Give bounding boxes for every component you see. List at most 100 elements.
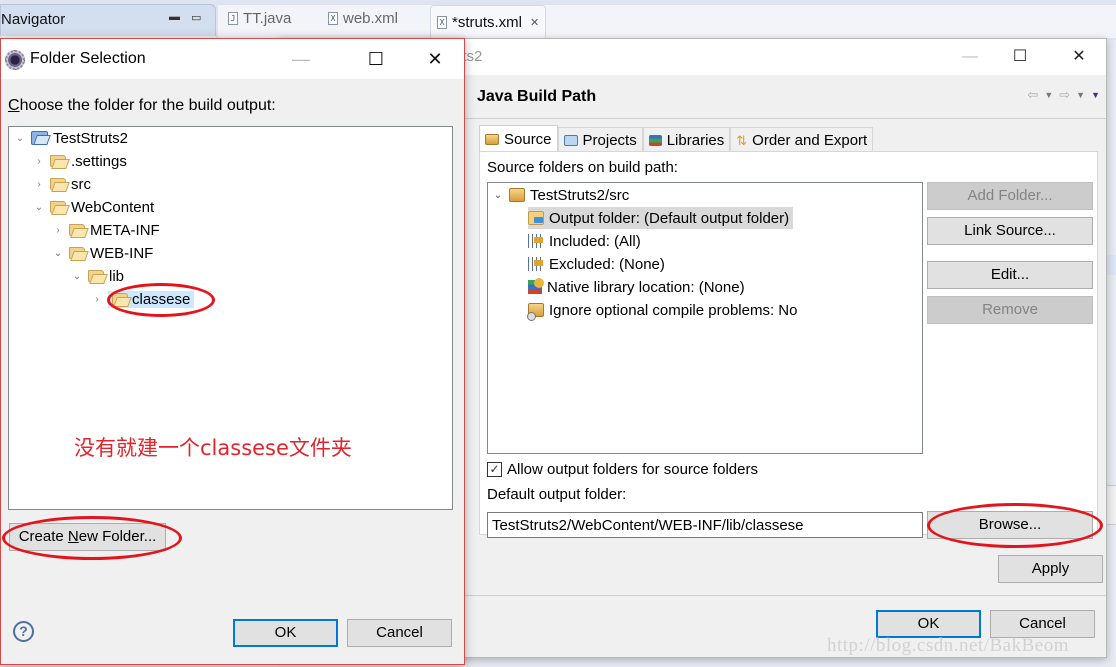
folder-icon — [69, 224, 85, 236]
tree-item-label: META-INF — [90, 221, 160, 239]
folder-dialog-title: Folder Selection — [30, 50, 146, 67]
chevron-right-icon[interactable]: › — [33, 179, 45, 190]
allow-output-folders-row: ✓ Allow output folders for source folder… — [487, 461, 758, 478]
maximize-button[interactable]: ☐ — [1005, 46, 1035, 68]
tree-item-root[interactable]: ⌄ TestStruts2/src — [492, 184, 629, 206]
chevron-right-icon[interactable]: › — [91, 294, 103, 305]
back-dropdown-icon[interactable]: ▼ — [1044, 90, 1053, 100]
forward-arrow-icon[interactable]: ⇨ — [1059, 87, 1070, 103]
back-arrow-icon[interactable]: ⇦ — [1027, 87, 1038, 103]
folder-icon — [88, 270, 104, 282]
tree-item-label: TestStruts2 — [53, 129, 129, 147]
native-library-icon — [528, 278, 544, 294]
page-title: Java Build Path — [477, 88, 597, 105]
cancel-button[interactable]: Cancel — [990, 610, 1095, 638]
chevron-right-icon[interactable]: › — [33, 156, 45, 167]
create-folder-post: ew Folder... — [78, 528, 157, 545]
tab-label: Order and Export — [752, 132, 868, 149]
watermark-text: http://blog.csdn.net/BakBeom — [827, 635, 1069, 656]
ok-button[interactable]: OK — [233, 619, 338, 647]
minimize-icon[interactable]: ▬ — [169, 11, 180, 23]
editor-tab-web-xml[interactable]: X web.xml — [328, 10, 398, 27]
tree-item-src[interactable]: › src — [33, 173, 91, 195]
help-icon[interactable]: ? — [13, 621, 34, 642]
edit-button[interactable]: Edit... — [927, 261, 1093, 289]
chevron-down-icon[interactable]: ⌄ — [492, 190, 504, 201]
tree-item-label: .settings — [71, 152, 127, 170]
xml-file-icon: X — [437, 16, 447, 29]
source-folders-tree[interactable]: ⌄ TestStruts2/src Output folder: (Defaul… — [487, 182, 923, 454]
build-path-tabs: Source Projects Libraries ⇅ Order and Ex… — [479, 125, 874, 153]
tree-item-teststruts2[interactable]: ⌄ TestStruts2 — [14, 127, 128, 149]
tree-item-label: Ignore optional compile problems: No — [549, 301, 798, 319]
tree-item-webcontent[interactable]: ⌄ WebContent — [33, 196, 154, 218]
remove-button[interactable]: Remove — [927, 296, 1093, 324]
maximize-icon[interactable]: ▭ — [191, 11, 201, 24]
ok-button[interactable]: OK — [876, 610, 981, 638]
navigator-title: Navigator — [1, 11, 66, 28]
tab-libraries[interactable]: Libraries — [642, 127, 731, 153]
exclusion-filter-icon — [528, 257, 544, 271]
tree-item-native-library[interactable]: Native library location: (None) — [528, 276, 745, 298]
allow-output-folders-checkbox[interactable]: ✓ — [487, 462, 502, 477]
tree-item-excluded[interactable]: Excluded: (None) — [528, 253, 665, 275]
project-icon — [31, 131, 48, 145]
editor-tab-label: web.xml — [343, 10, 399, 27]
tree-item-label: WebContent — [71, 198, 155, 216]
folder-selection-dialog: Folder Selection — ☐ ✕ Choose the folder… — [0, 38, 465, 665]
annotation-text: 没有就建一个classese文件夹 — [74, 436, 352, 460]
editor-tab-tt-java[interactable]: J TT.java — [228, 10, 291, 27]
folder-prompt: Choose the folder for the build output: — [8, 97, 276, 115]
browse-button[interactable]: Browse... — [927, 511, 1093, 539]
create-new-folder-button[interactable]: Create New Folder... — [9, 523, 166, 551]
folder-dialog-titlebar[interactable]: Folder Selection — ☐ ✕ — [1, 39, 464, 79]
close-icon[interactable]: ✕ — [530, 16, 539, 29]
chevron-down-icon[interactable]: ⌄ — [52, 248, 64, 259]
inclusion-filter-icon — [528, 234, 544, 248]
tree-item-ignore-problems[interactable]: Ignore optional compile problems: No — [527, 299, 798, 321]
editor-tab-struts-xml[interactable]: X *struts.xml ✕ — [430, 5, 547, 39]
tree-item-included[interactable]: Included: (All) — [528, 230, 641, 252]
libraries-icon — [648, 135, 662, 146]
cancel-button[interactable]: Cancel — [347, 619, 452, 647]
minimize-button[interactable]: — — [955, 46, 985, 68]
create-folder-pre: Create — [18, 528, 68, 545]
apply-button[interactable]: Apply — [998, 555, 1103, 583]
default-output-input[interactable] — [487, 512, 923, 538]
tab-projects[interactable]: Projects — [557, 127, 643, 153]
tree-item-web-inf[interactable]: ⌄ WEB-INF — [52, 242, 154, 264]
tree-item-classese[interactable]: › classese — [91, 288, 195, 310]
tree-item-label: lib — [109, 267, 125, 285]
editor-tab-label: TT.java — [243, 10, 292, 27]
tree-item-label: Native library location: (None) — [547, 278, 745, 296]
view-menu-icon[interactable]: ▼ — [1091, 90, 1100, 100]
chevron-down-icon[interactable]: ⌄ — [14, 133, 26, 144]
editor-tab-bar: J TT.java X web.xml X *struts.xml ✕ — [218, 4, 1116, 39]
minimize-button[interactable]: — — [286, 47, 316, 71]
xml-file-icon: X — [328, 12, 338, 25]
chevron-right-icon[interactable]: › — [52, 225, 64, 236]
folder-icon — [69, 247, 85, 259]
tree-item-lib[interactable]: ⌄ lib — [71, 265, 124, 287]
tree-item-output-folder[interactable]: Output folder: (Default output folder) — [528, 207, 794, 229]
close-button[interactable]: ✕ — [1064, 46, 1094, 68]
tab-order-and-export[interactable]: ⇅ Order and Export — [730, 127, 874, 153]
maximize-button[interactable]: ☐ — [361, 47, 391, 71]
tab-source[interactable]: Source — [479, 125, 558, 153]
tree-item-meta-inf[interactable]: › META-INF — [52, 219, 160, 241]
java-file-icon: J — [228, 12, 238, 25]
create-folder-mnemonic: N — [67, 528, 79, 545]
prompt-mnemonic: C — [8, 97, 20, 114]
navigator-view-tab[interactable]: Navigator ▬ ▭ — [0, 4, 216, 36]
source-folder-icon — [509, 188, 525, 202]
source-folders-label: Source folders on build path: — [487, 159, 678, 176]
add-folder-button[interactable]: Add Folder... — [927, 182, 1093, 210]
folder-icon — [50, 178, 66, 190]
chevron-down-icon[interactable]: ⌄ — [71, 271, 83, 282]
forward-dropdown-icon[interactable]: ▼ — [1076, 90, 1085, 100]
link-source-button[interactable]: Link Source... — [927, 217, 1093, 245]
tree-item-settings[interactable]: › .settings — [33, 150, 127, 172]
close-button[interactable]: ✕ — [420, 47, 450, 71]
chevron-down-icon[interactable]: ⌄ — [33, 202, 45, 213]
default-output-label: Default output folder: — [487, 486, 627, 503]
